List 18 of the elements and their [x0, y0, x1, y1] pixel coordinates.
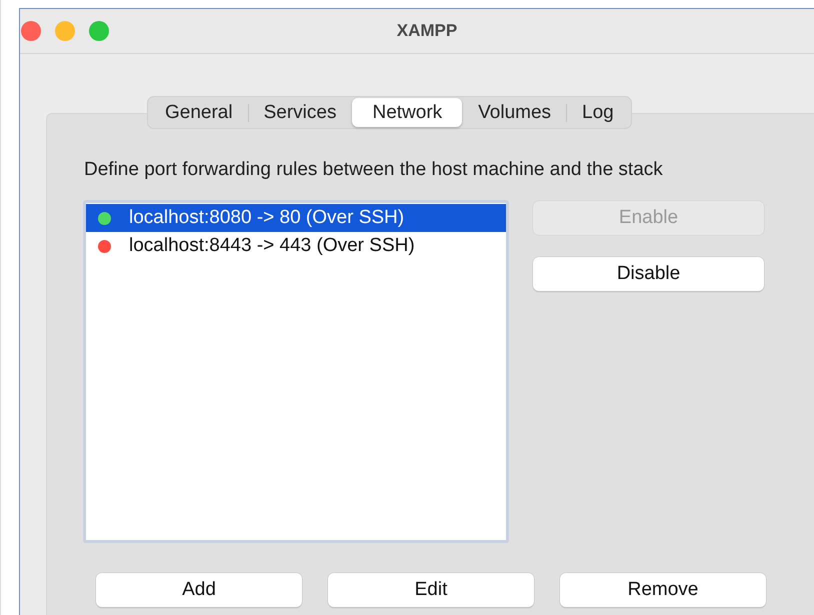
- tab[interactable]: General: [150, 98, 248, 127]
- side-button[interactable]: Disable: [533, 257, 764, 291]
- tab[interactable]: Log: [567, 98, 629, 127]
- close-icon[interactable]: [21, 21, 41, 41]
- action-button[interactable]: Remove: [560, 573, 766, 607]
- tab[interactable]: Network: [352, 98, 462, 127]
- zoom-icon[interactable]: [89, 21, 109, 41]
- rule-label: localhost:8443 -> 443 (Over SSH): [129, 235, 415, 257]
- action-button[interactable]: Edit: [328, 573, 534, 607]
- description-text: Define port forwarding rules between the host machine and the stack: [84, 159, 664, 181]
- action-button[interactable]: Add: [96, 573, 302, 607]
- rule-label: localhost:8080 -> 80 (Over SSH): [129, 207, 404, 229]
- rule-item[interactable]: localhost:8080 -> 80 (Over SSH): [86, 204, 506, 232]
- rule-item[interactable]: localhost:8443 -> 443 (Over SSH): [86, 232, 506, 260]
- minimize-icon[interactable]: [55, 21, 75, 41]
- tab[interactable]: Volumes: [463, 98, 566, 127]
- window-title: XAMPP: [396, 21, 458, 41]
- tab[interactable]: Services: [248, 98, 352, 127]
